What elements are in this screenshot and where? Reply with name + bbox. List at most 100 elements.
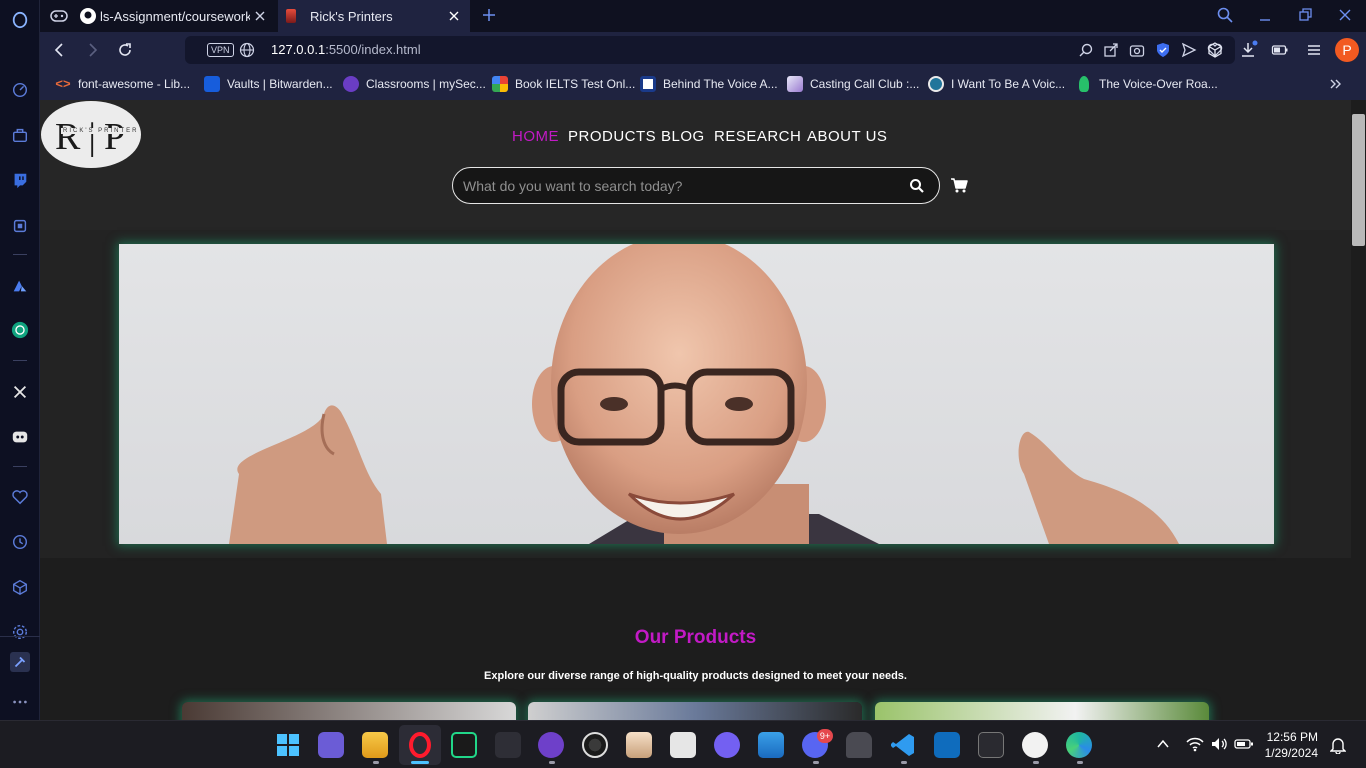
url-text[interactable]: 127.0.0.1:5500/index.html (271, 42, 421, 57)
discord-icon[interactable] (10, 427, 30, 447)
cart-icon[interactable] (950, 177, 968, 193)
adblock-shield-icon[interactable] (1155, 42, 1171, 58)
aria-icon[interactable] (10, 276, 30, 296)
opera-browser-icon[interactable] (407, 732, 433, 758)
system-clock[interactable]: 12:56 PM 1/29/2024 (1265, 729, 1318, 761)
bookmark-item[interactable]: Behind The Voice A... (640, 76, 778, 92)
more-dots-icon[interactable] (10, 692, 30, 712)
page-search-icon[interactable] (1078, 42, 1094, 58)
cube-icon[interactable] (1206, 41, 1224, 59)
nav-blog[interactable]: BLOG (661, 128, 705, 145)
share-icon[interactable] (1103, 42, 1119, 58)
wordpress-icon (928, 76, 944, 92)
anime-app-icon[interactable] (626, 732, 652, 758)
back-icon[interactable] (51, 41, 69, 59)
profile-avatar[interactable]: P (1335, 38, 1359, 62)
notification-bell-icon[interactable] (1329, 736, 1347, 755)
camera-icon[interactable] (1129, 42, 1145, 58)
address-bar[interactable]: VPN 127.0.0.1:5500/index.html (185, 36, 1235, 64)
tab-ricks-printers[interactable]: Rick's Printers (278, 0, 470, 32)
restore-icon[interactable] (1296, 6, 1314, 24)
outlook-icon[interactable] (934, 732, 960, 758)
battery-icon[interactable] (1234, 736, 1254, 752)
gamepad-icon[interactable] (50, 8, 68, 24)
search-tabs-icon[interactable] (1216, 6, 1234, 24)
volume-icon[interactable] (1210, 736, 1228, 752)
nav-about-us[interactable]: ABOUT US (807, 128, 887, 145)
new-tab-plus-icon[interactable] (480, 6, 498, 24)
workspace-icon[interactable] (10, 125, 30, 145)
speed-dial-icon[interactable] (10, 80, 30, 100)
window-close-icon[interactable] (1336, 6, 1354, 24)
vpn-badge[interactable]: VPN (207, 43, 234, 57)
product-card[interactable] (182, 702, 516, 720)
bookmark-item[interactable]: Classrooms | mySec... (343, 76, 486, 92)
viber-icon[interactable] (714, 732, 740, 758)
bookmark-item[interactable]: Vaults | Bitwarden... (204, 76, 333, 92)
minimize-icon[interactable] (1256, 6, 1274, 24)
site-logo[interactable]: R|P RICK'S PRINTER (41, 101, 141, 168)
audio-app-icon[interactable] (978, 732, 1004, 758)
windows-start-icon[interactable] (275, 732, 301, 758)
product-card[interactable] (528, 702, 862, 720)
bookmark-item[interactable]: Book IELTS Test Onl... (492, 76, 635, 92)
microphone-app-icon[interactable] (846, 732, 872, 758)
site-header: R|P RICK'S PRINTER HOME PRODUCTS BLOG RE… (40, 100, 1351, 230)
chatgpt-icon[interactable] (10, 320, 30, 340)
edge-icon[interactable] (1066, 732, 1092, 758)
discord-badge: 9+ (817, 729, 833, 743)
github-desktop-icon[interactable] (538, 732, 564, 758)
bookmark-item[interactable]: Casting Call Club :... (787, 76, 919, 92)
wifi-icon[interactable] (1186, 736, 1204, 752)
globe-icon[interactable] (239, 42, 255, 58)
send-icon[interactable] (1181, 42, 1197, 58)
bookmarks-overflow-icon[interactable] (1328, 76, 1344, 92)
download-icon[interactable] (1239, 40, 1259, 60)
bookmark-item[interactable]: <> font-awesome - Lib... (55, 76, 190, 92)
bookmark-item[interactable]: I Want To Be A Voic... (928, 76, 1065, 92)
hero-image (119, 244, 1274, 544)
pinboard-icon[interactable] (10, 652, 30, 672)
bookmark-item[interactable]: The Voice-Over Roa... (1076, 76, 1218, 92)
bookmark-label: Casting Call Club :... (810, 77, 920, 91)
tab-title: Rick's Printers (310, 8, 393, 24)
products-subtitle: Explore our diverse range of high-qualit… (484, 670, 907, 682)
nav-products[interactable]: PRODUCTS (568, 128, 656, 145)
file-explorer-icon[interactable] (362, 732, 388, 758)
twitch-icon[interactable] (10, 170, 30, 190)
heart-icon[interactable] (10, 487, 30, 507)
tab-github[interactable]: ls-Assignment/coursework (80, 0, 276, 32)
easy-setup-icon[interactable] (1305, 41, 1323, 59)
x-twitter-icon[interactable] (10, 382, 30, 402)
extensions-cube-icon[interactable] (10, 577, 30, 597)
search-input[interactable] (463, 177, 893, 195)
ielts-icon (492, 76, 508, 92)
bookmark-label: The Voice-Over Roa... (1099, 77, 1218, 91)
notepad-app-icon[interactable] (670, 732, 696, 758)
search-icon[interactable] (909, 178, 925, 194)
close-icon[interactable] (252, 8, 268, 24)
emoji-app-icon[interactable] (1022, 732, 1048, 758)
tray-chevron-up-icon[interactable] (1156, 737, 1170, 751)
product-card[interactable] (875, 702, 1209, 720)
nav-research[interactable]: RESEARCH (714, 128, 801, 145)
close-icon[interactable] (446, 8, 462, 24)
settings-gear-icon[interactable] (10, 622, 30, 642)
mouse-app-icon[interactable] (495, 732, 521, 758)
scrollbar-thumb[interactable] (1352, 114, 1365, 246)
chip-icon[interactable] (10, 216, 30, 236)
vscode-icon[interactable] (890, 732, 916, 758)
game-app-icon[interactable] (318, 732, 344, 758)
reload-icon[interactable] (116, 41, 134, 59)
nav-home[interactable]: HOME (512, 128, 559, 145)
obs-icon[interactable] (582, 732, 608, 758)
layers-app-icon[interactable] (758, 732, 784, 758)
pycharm-icon[interactable] (451, 732, 477, 758)
history-icon[interactable] (10, 532, 30, 552)
clock-date: 1/29/2024 (1264, 746, 1318, 760)
windows-taskbar: 9+ 12:56 PM 1/29/2024 (0, 720, 1366, 768)
forward-icon[interactable] (83, 41, 101, 59)
opera-logo-icon[interactable] (10, 10, 30, 30)
battery-saver-icon[interactable] (1271, 41, 1289, 59)
search-box (452, 167, 940, 204)
